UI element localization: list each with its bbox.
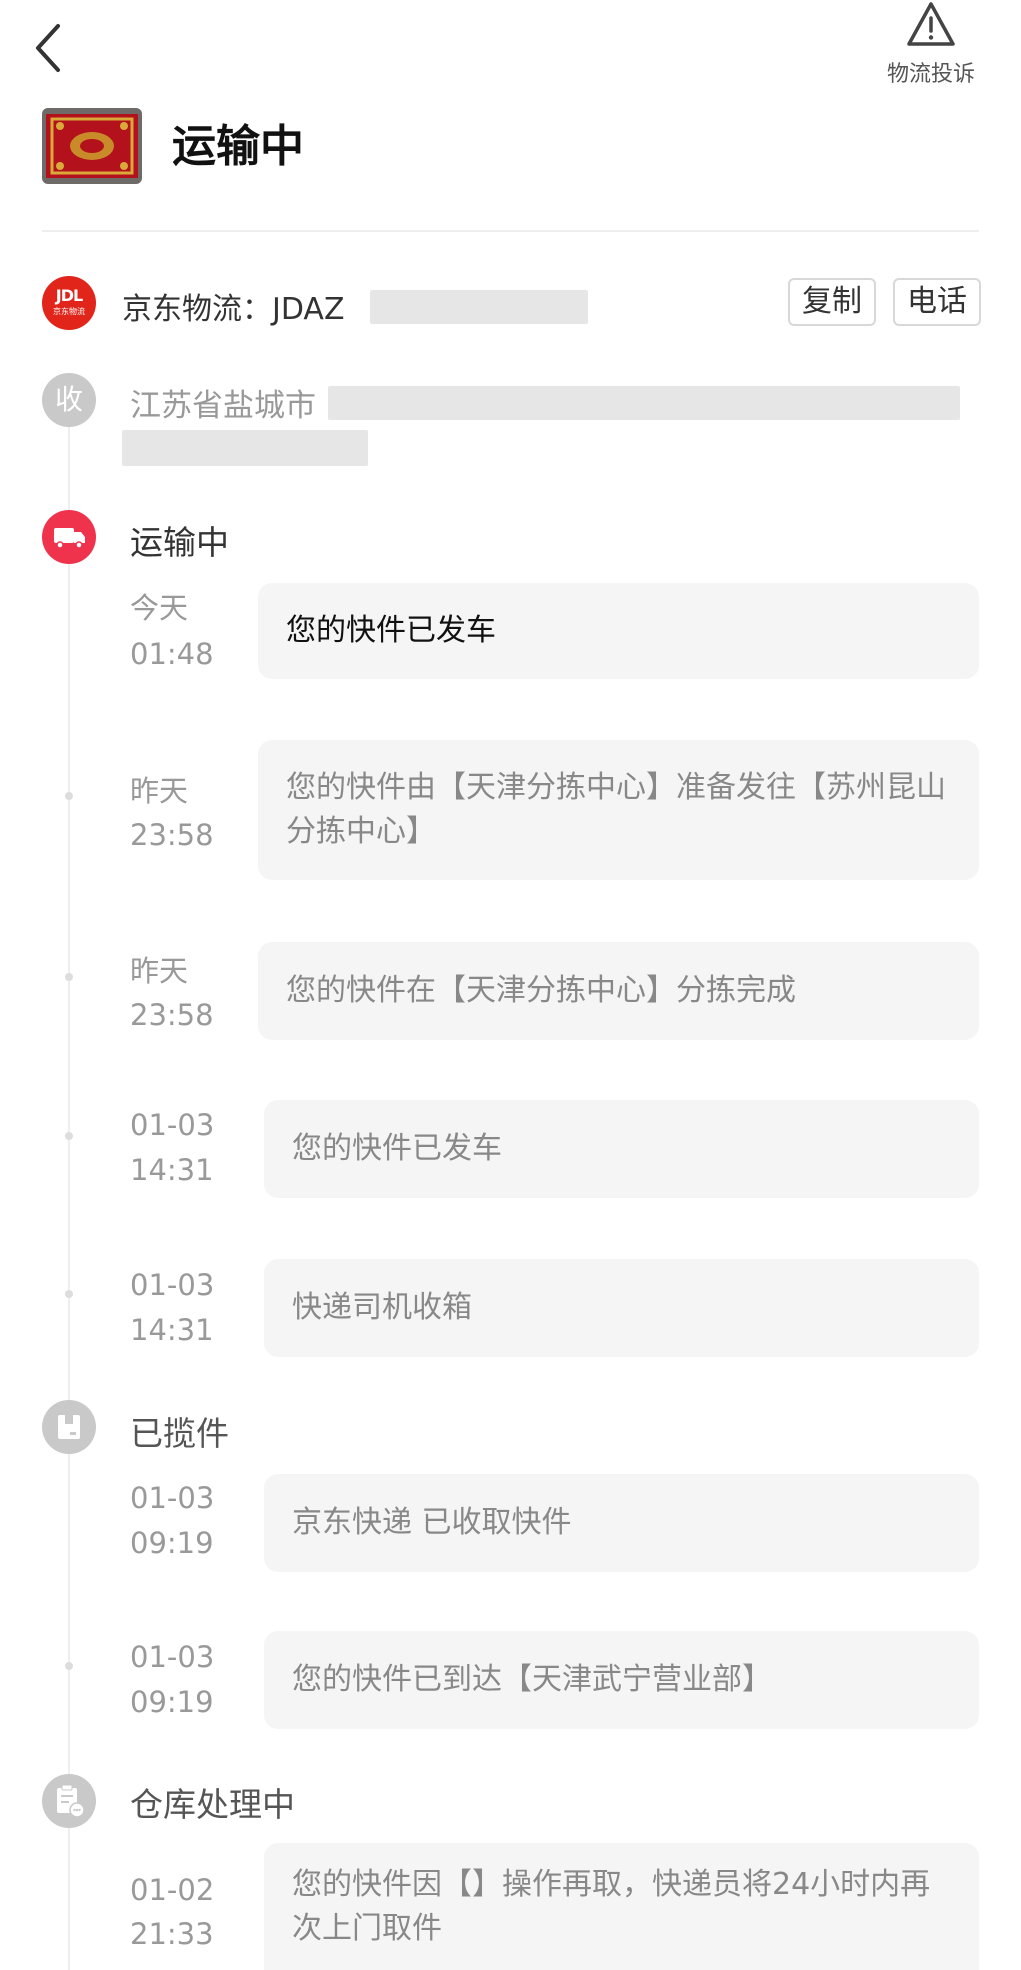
copy-button[interactable]: 复制: [788, 278, 876, 326]
timeline-dot: [65, 792, 73, 800]
event-card: 快递司机收箱: [264, 1259, 979, 1357]
event-day: 01-03: [130, 1268, 215, 1302]
in-transit-node: [42, 510, 96, 564]
section-title-warehouse: 仓库处理中: [130, 1785, 295, 1824]
product-thumbnail[interactable]: [42, 108, 142, 184]
event-day: 昨天: [130, 954, 189, 988]
event-time: 09:19: [130, 1526, 214, 1560]
picked-up-node: [42, 1400, 96, 1454]
event-text: 您的快件已发车: [292, 1131, 502, 1166]
logo-text: JDL: [55, 286, 83, 305]
event-card: 您的快件已到达【天津武宁营业部】: [264, 1631, 979, 1729]
event-day: 01-03: [130, 1108, 215, 1142]
event-day: 01-03: [130, 1640, 215, 1674]
event-card: 您的快件已发车: [258, 583, 979, 679]
event-day: 01-03: [130, 1481, 215, 1515]
event-time: 21:33: [130, 1917, 214, 1951]
event-time: 14:31: [130, 1153, 214, 1187]
timeline-dot: [65, 1132, 73, 1140]
event-text: 京东快递 已收取快件: [292, 1505, 572, 1540]
delivery-address: 江苏省盐城市: [130, 388, 316, 424]
event-time: 14:31: [130, 1313, 214, 1347]
tracking-number: 京东物流：JDAZ: [122, 292, 345, 327]
event-day: 今天: [130, 591, 189, 625]
event-text: 您的快件已发车: [286, 613, 496, 648]
logistics-complaint-button[interactable]: 物流投诉: [871, 0, 991, 100]
redacted-address-line-1: [328, 386, 960, 420]
jdl-logo: JDL 京东物流: [42, 276, 96, 330]
event-time: 23:58: [130, 818, 214, 852]
section-title-in-transit: 运输中: [130, 523, 229, 562]
event-card: 您的快件在【天津分拣中心】分拣完成: [258, 942, 979, 1040]
package-icon: [58, 1415, 80, 1439]
logo-subtext: 京东物流: [53, 307, 85, 316]
event-time: 09:19: [130, 1685, 214, 1719]
event-time: 23:58: [130, 998, 214, 1032]
warning-triangle-icon: [907, 2, 955, 46]
timeline-dot: [65, 1290, 73, 1298]
redacted-address-line-2: [122, 430, 368, 466]
truck-icon: [54, 528, 85, 549]
timeline-dot: [65, 1662, 73, 1670]
event-text: 您的快件由【天津分拣中心】准备发往【苏州昆山分拣中心】: [286, 770, 946, 849]
event-time: 01:48: [130, 637, 214, 671]
event-day: 昨天: [130, 774, 189, 808]
receiver-node-label: 收: [54, 383, 83, 416]
back-button[interactable]: [30, 20, 80, 80]
chevron-left-icon: [36, 24, 60, 72]
event-card: 您的快件已发车: [264, 1100, 979, 1198]
event-card: 您的快件因【】操作再取，快递员将24小时内再次上门取件: [264, 1843, 979, 1970]
event-text: 您的快件因【】操作再取，快递员将24小时内再次上门取件: [292, 1866, 931, 1946]
receiver-node: 收: [42, 373, 96, 427]
phone-button[interactable]: 电话: [893, 278, 981, 326]
timeline-line: [68, 400, 70, 1970]
event-card: 您的快件由【天津分拣中心】准备发往【苏州昆山分拣中心】: [258, 740, 979, 880]
redacted-tracking-number: [370, 290, 588, 324]
event-text: 您的快件已到达【天津武宁营业部】: [292, 1662, 772, 1697]
page-title: 运输中: [172, 121, 304, 172]
section-title-picked-up: 已揽件: [130, 1414, 229, 1453]
event-day: 01-02: [130, 1873, 215, 1907]
event-card: 京东快递 已收取快件: [264, 1474, 979, 1572]
event-text: 您的快件在【天津分拣中心】分拣完成: [286, 973, 796, 1008]
event-text: 快递司机收箱: [292, 1290, 472, 1325]
complaint-label: 物流投诉: [886, 62, 975, 87]
warehouse-node: [42, 1774, 96, 1828]
warehouse-clipboard-icon: [57, 1784, 85, 1818]
divider: [42, 230, 979, 232]
timeline-dot: [65, 973, 73, 981]
